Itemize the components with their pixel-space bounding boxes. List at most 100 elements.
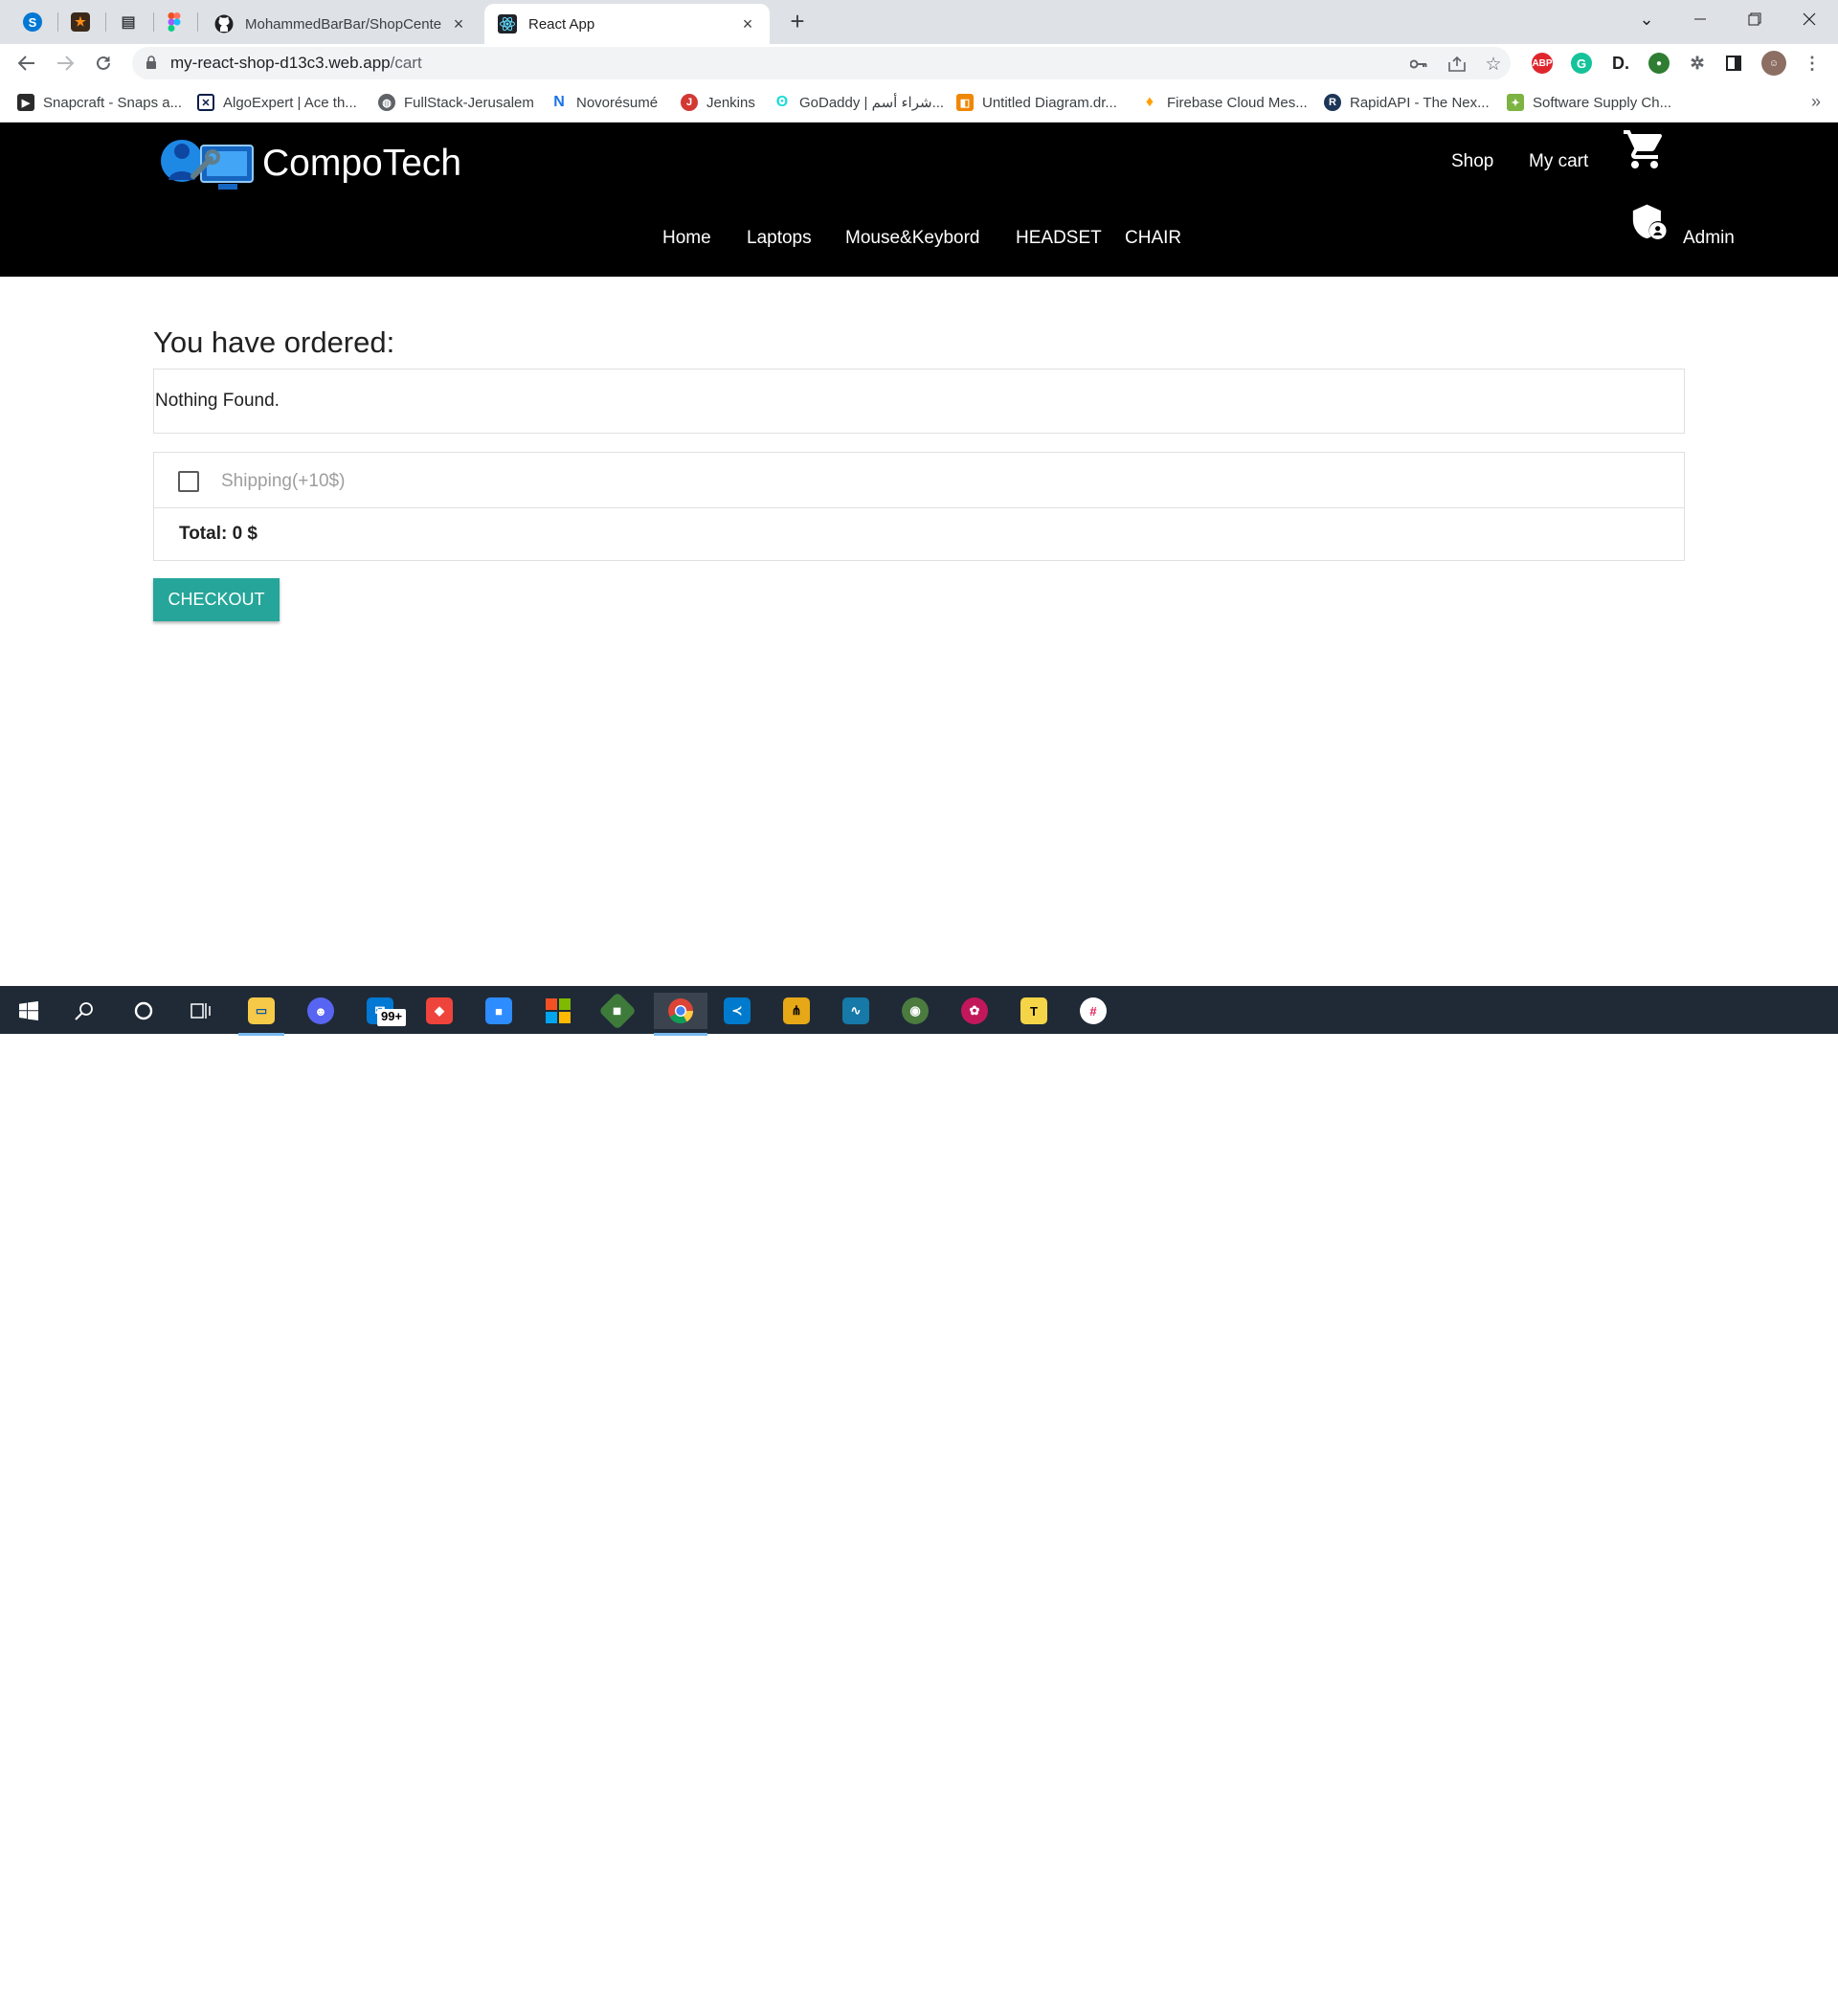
url-text[interactable]: my-react-shop-d13c3.web.app/cart bbox=[170, 54, 422, 73]
tab-github[interactable]: MohammedBarBar/ShopCenter: × bbox=[201, 4, 481, 44]
bookmark-item[interactable]: ✦ Software Supply Ch... bbox=[1507, 92, 1671, 113]
nav-shop-link[interactable]: Shop bbox=[1451, 151, 1493, 172]
back-arrow-icon[interactable] bbox=[13, 50, 40, 77]
puzzle-icon[interactable]: ✲ bbox=[1687, 53, 1708, 74]
firebase-icon: ♦ bbox=[1145, 94, 1154, 110]
godaddy-icon: ʘ bbox=[775, 94, 789, 110]
close-tab-icon[interactable]: × bbox=[739, 15, 756, 33]
windows-start-icon[interactable] bbox=[6, 993, 52, 1029]
battery-icon[interactable] bbox=[1570, 1988, 1589, 2007]
reload-icon[interactable] bbox=[90, 50, 117, 77]
yellow-app-icon[interactable]: ⋔ bbox=[773, 993, 819, 1029]
cortana-icon[interactable] bbox=[121, 993, 167, 1029]
language-indicator[interactable]: ENG bbox=[1659, 1988, 1691, 2005]
pinned-tab-star[interactable]: ★ bbox=[63, 7, 98, 37]
tab-react-app[interactable]: React App × bbox=[484, 4, 770, 44]
tab-separator bbox=[105, 12, 106, 32]
chrome-icon[interactable] bbox=[654, 993, 707, 1036]
figma-icon bbox=[168, 12, 181, 32]
order-total: Total: 0 $ bbox=[179, 524, 258, 544]
side-panel-icon[interactable] bbox=[1723, 53, 1744, 74]
forward-arrow-icon[interactable] bbox=[52, 50, 78, 77]
tray-chevron-up-icon[interactable]: ︿ bbox=[1541, 1988, 1556, 2008]
file-explorer-icon[interactable]: ▭ bbox=[238, 993, 284, 1036]
close-window-icon[interactable] bbox=[1782, 0, 1836, 38]
brand-link[interactable]: CompoTech bbox=[155, 130, 461, 197]
shipping-checkbox[interactable] bbox=[178, 471, 199, 492]
checkout-button[interactable]: CHECKOUT bbox=[153, 578, 280, 621]
menu-chair[interactable]: CHAIR bbox=[1125, 228, 1181, 249]
mail-unread-badge: 99+ bbox=[377, 1009, 407, 1026]
slack-icon[interactable]: # bbox=[1070, 993, 1116, 1029]
bookmark-item[interactable]: ʘ GoDaddy | شراء أسم... bbox=[773, 92, 944, 113]
wifi-icon[interactable] bbox=[1602, 1988, 1621, 2007]
compotech-logo-icon bbox=[161, 140, 254, 190]
paint-icon[interactable]: ✿ bbox=[952, 993, 997, 1029]
admin-shield-icon[interactable] bbox=[1629, 203, 1668, 243]
globe-app-icon[interactable]: ◉ bbox=[892, 993, 938, 1029]
key-icon[interactable] bbox=[1409, 55, 1428, 74]
discord-icon[interactable]: ☻ bbox=[298, 993, 344, 1029]
clock-time: 4:54 PM bbox=[1715, 1978, 1769, 1994]
clock-date: 8/2/2022 bbox=[1714, 1998, 1771, 2014]
close-tab-icon[interactable]: × bbox=[450, 15, 467, 33]
bookmark-item[interactable]: ◧ Untitled Diagram.dr... bbox=[956, 92, 1117, 113]
pinned-tab-stack[interactable]: ▤ bbox=[111, 7, 146, 37]
algoexpert-icon: ✕ bbox=[197, 94, 214, 111]
address-bar[interactable]: my-react-shop-d13c3.web.app/cart ☆ bbox=[132, 47, 1511, 79]
office-icon[interactable] bbox=[535, 993, 581, 1029]
restore-icon[interactable] bbox=[1728, 0, 1782, 38]
sticky-notes-icon[interactable]: T bbox=[1011, 993, 1057, 1029]
bookmark-item[interactable]: ♦ Firebase Cloud Mes... bbox=[1141, 92, 1308, 113]
menu-laptops[interactable]: Laptops bbox=[747, 228, 812, 249]
empty-cart-message: Nothing Found. bbox=[155, 391, 280, 411]
clock[interactable]: 4:54 PM 8/2/2022 bbox=[1694, 1976, 1790, 2016]
notifications-icon[interactable] bbox=[1788, 1985, 1809, 2008]
tab-search-chevron-icon[interactable]: ⌄ bbox=[1620, 0, 1673, 38]
adblock-icon[interactable]: ABP bbox=[1532, 53, 1553, 74]
menu-headset[interactable]: HEADSET bbox=[1016, 228, 1102, 249]
menu-kebab-icon[interactable]: ⋮ bbox=[1802, 53, 1823, 74]
menu-mouse-keyboard[interactable]: Mouse&Keybord bbox=[845, 228, 979, 249]
bookmark-item[interactable]: N Novorésumé bbox=[550, 92, 658, 113]
search-icon[interactable] bbox=[61, 993, 107, 1029]
bookmark-item[interactable]: ◍ FullStack-Jerusalem bbox=[378, 92, 534, 113]
globe-extension-icon[interactable]: ● bbox=[1648, 53, 1670, 74]
share-icon[interactable] bbox=[1447, 55, 1467, 74]
zoom-icon[interactable]: ■ bbox=[476, 993, 522, 1029]
skype-icon: S bbox=[23, 12, 42, 32]
shopping-cart-icon[interactable] bbox=[1622, 126, 1668, 172]
dashlane-icon[interactable]: D. bbox=[1610, 53, 1631, 74]
tab-separator bbox=[153, 12, 154, 32]
react-icon bbox=[498, 14, 517, 34]
task-view-icon[interactable] bbox=[178, 993, 224, 1029]
bookmark-item[interactable]: R RapidAPI - The Nex... bbox=[1324, 92, 1490, 113]
shipping-row: Shipping(+10$) bbox=[154, 453, 1684, 508]
anydesk-icon[interactable]: ◆ bbox=[416, 993, 462, 1029]
bookmark-item[interactable]: ✕ AlgoExpert | Ace th... bbox=[197, 92, 357, 113]
bookmark-item[interactable]: ▶ Snapcraft - Snaps a... bbox=[17, 92, 182, 113]
profile-avatar[interactable]: ☺ bbox=[1761, 51, 1786, 76]
volume-icon[interactable]: 🔈︎ bbox=[1630, 1988, 1639, 2005]
vscode-icon[interactable]: ≺ bbox=[714, 993, 760, 1029]
browser-tab-strip: S ★ ▤ MohammedBarBar/ShopCenter: × React… bbox=[0, 0, 1838, 44]
star-icon: ★ bbox=[71, 12, 90, 32]
bookmark-star-icon[interactable]: ☆ bbox=[1484, 55, 1503, 75]
new-tab-button[interactable]: + bbox=[783, 8, 812, 36]
lock-icon[interactable] bbox=[146, 56, 157, 69]
grammarly-icon[interactable]: G bbox=[1571, 53, 1592, 74]
pinned-tab-figma[interactable] bbox=[157, 7, 191, 37]
nav-my-cart-link[interactable]: My cart bbox=[1529, 151, 1588, 172]
pinned-tab-skype[interactable]: S bbox=[15, 7, 50, 37]
wireshark-icon[interactable]: ∿ bbox=[833, 993, 879, 1029]
menu-home[interactable]: Home bbox=[662, 228, 711, 249]
order-summary: Shipping(+10$) Total: 0 $ bbox=[153, 452, 1685, 561]
rapidapi-icon: R bbox=[1324, 94, 1341, 111]
git-kraken-icon[interactable]: ◆ bbox=[594, 992, 640, 1030]
minimize-icon[interactable] bbox=[1673, 0, 1727, 38]
bookmark-item[interactable]: J Jenkins bbox=[681, 92, 755, 113]
stack-icon: ▤ bbox=[121, 14, 136, 31]
nav-admin-link[interactable]: Admin bbox=[1683, 228, 1735, 249]
bookmarks-overflow-icon[interactable]: » bbox=[1811, 92, 1821, 112]
shipping-label[interactable]: Shipping(+10$) bbox=[221, 471, 345, 492]
